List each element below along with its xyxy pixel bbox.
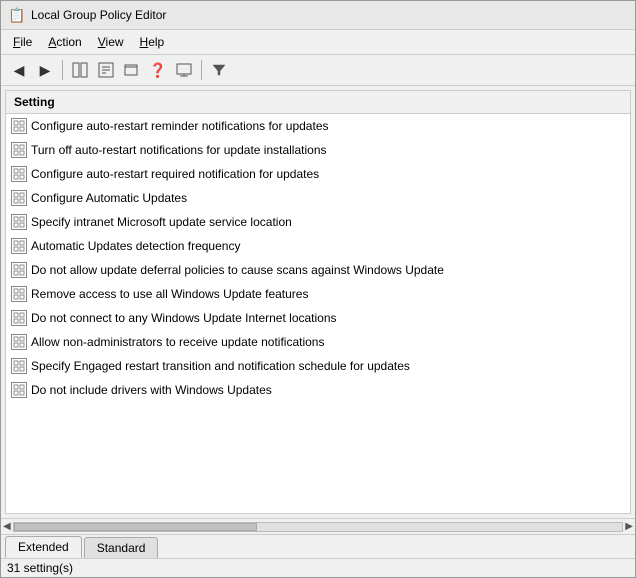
policy-icon bbox=[11, 190, 27, 206]
h-scroll-track[interactable] bbox=[13, 522, 624, 532]
list-item-text: Do not connect to any Windows Update Int… bbox=[31, 311, 337, 325]
list-item-text: Do not allow update deferral policies to… bbox=[31, 263, 444, 277]
list-item[interactable]: Allow non-administrators to receive upda… bbox=[6, 330, 630, 354]
toolbar: ◀ ▶ ❓ bbox=[1, 55, 635, 86]
policy-icon bbox=[11, 166, 27, 182]
list-item-text: Configure auto-restart reminder notifica… bbox=[31, 119, 329, 133]
tab-standard-label: Standard bbox=[97, 541, 146, 555]
list-item-text: Do not include drivers with Windows Upda… bbox=[31, 383, 272, 397]
menu-help-label: Help bbox=[140, 35, 165, 49]
tabs-bar: Extended Standard bbox=[1, 534, 635, 558]
policy-icon bbox=[11, 142, 27, 158]
computer-button[interactable] bbox=[172, 58, 196, 82]
list-item[interactable]: Do not allow update deferral policies to… bbox=[6, 258, 630, 282]
forward-button[interactable]: ▶ bbox=[33, 58, 57, 82]
list-item-text: Configure Automatic Updates bbox=[31, 191, 187, 205]
toolbar-sep-1 bbox=[62, 60, 63, 80]
policy-icon bbox=[11, 334, 27, 350]
back-button[interactable]: ◀ bbox=[7, 58, 31, 82]
policy-icon bbox=[11, 382, 27, 398]
list-item[interactable]: Specify Engaged restart transition and n… bbox=[6, 354, 630, 378]
list-header: Setting bbox=[6, 91, 630, 114]
menu-bar: File Action View Help bbox=[1, 30, 635, 55]
list-item-text: Specify intranet Microsoft update servic… bbox=[31, 215, 292, 229]
list-item[interactable]: Automatic Updates detection frequency bbox=[6, 234, 630, 258]
policy-icon bbox=[11, 286, 27, 302]
list-item[interactable]: Turn off auto-restart notifications for … bbox=[6, 138, 630, 162]
show-hide-button[interactable] bbox=[68, 58, 92, 82]
menu-action[interactable]: Action bbox=[40, 32, 89, 52]
main-window: 📋 Local Group Policy Editor File Action … bbox=[0, 0, 636, 578]
policy-icon bbox=[11, 358, 27, 374]
list-pane: Setting Configure auto-restart reminder … bbox=[5, 90, 631, 514]
toolbar-sep-2 bbox=[201, 60, 202, 80]
window-title: Local Group Policy Editor bbox=[31, 8, 166, 22]
list-item[interactable]: Configure auto-restart required notifica… bbox=[6, 162, 630, 186]
policy-icon bbox=[11, 214, 27, 230]
status-bar: 31 setting(s) bbox=[1, 558, 635, 577]
horizontal-scrollbar[interactable]: ◀ ▶ bbox=[1, 518, 635, 534]
menu-help[interactable]: Help bbox=[132, 32, 173, 52]
filter-button[interactable] bbox=[207, 58, 231, 82]
policy-icon bbox=[11, 118, 27, 134]
tab-extended[interactable]: Extended bbox=[5, 536, 82, 558]
list-item[interactable]: Configure Automatic Updates bbox=[6, 186, 630, 210]
h-scroll-right[interactable]: ▶ bbox=[625, 521, 633, 532]
tab-extended-label: Extended bbox=[18, 540, 69, 554]
bottom-area: ◀ ▶ Extended Standard 31 setting(s) bbox=[1, 518, 635, 577]
menu-action-label: Action bbox=[48, 35, 81, 49]
list-item[interactable]: Remove access to use all Windows Update … bbox=[6, 282, 630, 306]
menu-file[interactable]: File bbox=[5, 32, 40, 52]
setting-column-header: Setting bbox=[14, 95, 55, 109]
list-item[interactable]: Do not include drivers with Windows Upda… bbox=[6, 378, 630, 402]
title-bar: 📋 Local Group Policy Editor bbox=[1, 1, 635, 30]
list-item[interactable]: Specify intranet Microsoft update servic… bbox=[6, 210, 630, 234]
list-item-text: Allow non-administrators to receive upda… bbox=[31, 335, 324, 349]
properties-button[interactable] bbox=[94, 58, 118, 82]
status-text: 31 setting(s) bbox=[7, 561, 73, 575]
list-item-text: Turn off auto-restart notifications for … bbox=[31, 143, 327, 157]
app-icon: 📋 bbox=[9, 7, 25, 23]
list-item-text: Specify Engaged restart transition and n… bbox=[31, 359, 410, 373]
tab-standard[interactable]: Standard bbox=[84, 537, 159, 558]
list-item-text: Automatic Updates detection frequency bbox=[31, 239, 240, 253]
menu-view-label: View bbox=[98, 35, 124, 49]
list-item[interactable]: Do not connect to any Windows Update Int… bbox=[6, 306, 630, 330]
policy-icon bbox=[11, 310, 27, 326]
policy-icon bbox=[11, 238, 27, 254]
h-scroll-thumb[interactable] bbox=[14, 523, 257, 531]
help-button[interactable]: ❓ bbox=[146, 58, 170, 82]
policy-icon bbox=[11, 262, 27, 278]
list-item-text: Configure auto-restart required notifica… bbox=[31, 167, 319, 181]
list-item[interactable]: Configure auto-restart reminder notifica… bbox=[6, 114, 630, 138]
new-window-button[interactable] bbox=[120, 58, 144, 82]
menu-view[interactable]: View bbox=[90, 32, 132, 52]
list-item-text: Remove access to use all Windows Update … bbox=[31, 287, 308, 301]
menu-file-label: File bbox=[13, 35, 32, 49]
list-body[interactable]: Configure auto-restart reminder notifica… bbox=[6, 114, 630, 513]
main-content: Setting Configure auto-restart reminder … bbox=[1, 86, 635, 518]
h-scroll-left[interactable]: ◀ bbox=[3, 521, 11, 532]
